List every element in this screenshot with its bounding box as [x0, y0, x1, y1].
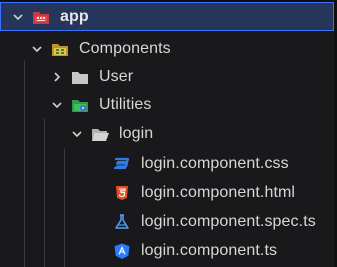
- file-explorer: app Components User Utilities login logi…: [0, 0, 337, 267]
- chevron-down-icon[interactable]: [31, 43, 43, 55]
- tree-item-file[interactable]: login.component.ts: [0, 236, 334, 265]
- tree-item-components[interactable]: Components: [0, 34, 334, 63]
- spec-test-file-icon: [113, 213, 131, 230]
- tree-item-file[interactable]: login.component.html: [0, 178, 334, 207]
- chevron-right-icon[interactable]: [51, 71, 63, 83]
- tree-item-file[interactable]: login.component.css: [0, 149, 334, 178]
- folder-icon: [71, 69, 89, 85]
- tree-item-label: login.component.ts: [141, 241, 278, 259]
- chevron-down-icon[interactable]: [71, 128, 83, 140]
- tree-item-label: Utilities: [99, 95, 152, 113]
- chevron-down-icon[interactable]: [12, 11, 24, 23]
- tree-item-label: login.component.html: [141, 183, 296, 201]
- tree-item-utilities[interactable]: Utilities: [0, 90, 334, 119]
- open-folder-icon: [91, 126, 109, 142]
- angular-file-icon: [113, 243, 131, 259]
- components-folder-icon: [51, 41, 69, 57]
- tree-item-login[interactable]: login: [0, 119, 334, 148]
- tree-item-label: login: [119, 124, 154, 142]
- tree-item-file[interactable]: login.component.spec.ts: [0, 207, 334, 236]
- html-file-icon: [113, 185, 131, 201]
- tree-item-label: app: [60, 7, 89, 25]
- utilities-folder-icon: [71, 97, 89, 113]
- tree-item-user[interactable]: User: [0, 62, 334, 91]
- tree-item-label: Components: [79, 39, 171, 57]
- tree-item-label: User: [99, 67, 134, 85]
- css-file-icon: [113, 156, 131, 172]
- chevron-down-icon[interactable]: [51, 99, 63, 111]
- app-folder-icon: [32, 9, 50, 25]
- tree-item-label: login.component.spec.ts: [141, 212, 316, 230]
- tree-item-app[interactable]: app: [0, 2, 334, 31]
- tree-item-label: login.component.css: [141, 154, 289, 172]
